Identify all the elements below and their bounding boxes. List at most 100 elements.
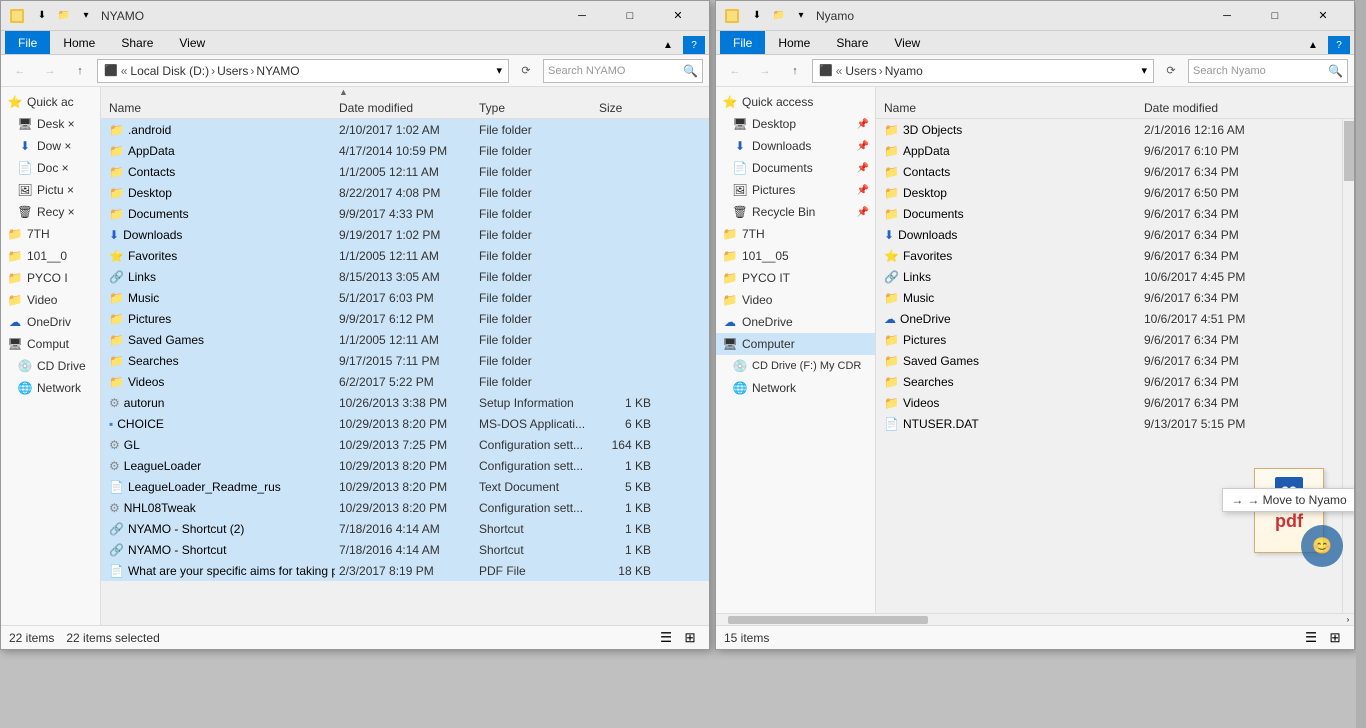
right-row-documents[interactable]: 📁Documents 9/6/2017 6:34 PM <box>876 203 1354 224</box>
left-col-type[interactable]: Type <box>475 101 595 115</box>
right-close-btn[interactable]: ✕ <box>1300 1 1346 31</box>
left-row-desktop[interactable]: 📁Desktop 8/22/2017 4:08 PM File folder <box>101 182 709 203</box>
left-col-name[interactable]: Name <box>105 101 335 115</box>
right-tab-file[interactable]: File <box>720 31 765 54</box>
left-row-favorites[interactable]: ⭐Favorites 1/1/2005 12:11 AM File folder <box>101 245 709 266</box>
right-help-btn[interactable]: ? <box>1328 36 1350 54</box>
left-nav-101[interactable]: 📁 101__0 <box>1 245 100 267</box>
left-tab-file[interactable]: File <box>5 31 50 54</box>
left-ribbon-collapse[interactable]: ▲ <box>657 36 679 54</box>
left-row-documents[interactable]: 📁Documents 9/9/2017 4:33 PM File folder <box>101 203 709 224</box>
left-row-searches[interactable]: 📁Searches 9/17/2015 7:11 PM File folder <box>101 350 709 371</box>
right-nav-101[interactable]: 📁 101__05 <box>716 245 875 267</box>
left-search-field[interactable]: Search NYAMO 🔍 <box>543 59 703 83</box>
left-col-size[interactable]: Size <box>595 101 655 115</box>
right-hscrollbar-thumb[interactable] <box>728 616 928 624</box>
right-nav-video[interactable]: 📁 Video <box>716 289 875 311</box>
right-scrollbar-thumb[interactable] <box>1344 121 1354 181</box>
right-back-btn[interactable]: ← <box>722 59 748 83</box>
left-minimize-btn[interactable]: ─ <box>559 1 605 31</box>
left-tab-home[interactable]: Home <box>50 31 108 54</box>
right-nav-desktop[interactable]: 🖥 Desktop 📌 <box>716 113 875 135</box>
left-address-dropdown[interactable]: ▾ <box>496 64 502 77</box>
right-nav-pictures[interactable]: 🖼 Pictures 📌 <box>716 179 875 201</box>
right-col-name[interactable]: Name <box>880 101 1140 115</box>
right-nav-downloads[interactable]: ⬇ Downloads 📌 <box>716 135 875 157</box>
left-row-nyamo-shortcut2[interactable]: 🔗NYAMO - Shortcut (2) 7/18/2016 4:14 AM … <box>101 518 709 539</box>
left-col-date[interactable]: Date modified <box>335 101 475 115</box>
left-row-music[interactable]: 📁Music 5/1/2017 6:03 PM File folder <box>101 287 709 308</box>
qat-newdir-btn[interactable]: 📁 <box>53 7 75 25</box>
right-up-btn[interactable]: ↑ <box>782 59 808 83</box>
left-nav-onedrive[interactable]: ☁ OneDriv <box>1 311 100 333</box>
right-search-field[interactable]: Search Nyamo 🔍 <box>1188 59 1348 83</box>
right-nav-cd[interactable]: 💿 CD Drive (F:) My CDR <box>716 355 875 377</box>
right-row-favorites[interactable]: ⭐Favorites 9/6/2017 6:34 PM <box>876 245 1354 266</box>
right-row-videos[interactable]: 📁Videos 9/6/2017 6:34 PM <box>876 392 1354 413</box>
right-row-searches[interactable]: 📁Searches 9/6/2017 6:34 PM <box>876 371 1354 392</box>
left-nav-pictures[interactable]: 🖼 Pictu × <box>1 179 100 201</box>
right-hscrollbar[interactable]: › <box>716 613 1354 625</box>
right-row-downloads[interactable]: ⬇Downloads 9/6/2017 6:34 PM <box>876 224 1354 245</box>
right-nav-pyco[interactable]: 📁 PYCO IT <box>716 267 875 289</box>
left-up-btn[interactable]: ↑ <box>67 59 93 83</box>
left-forward-btn[interactable]: → <box>37 59 63 83</box>
left-tab-share[interactable]: Share <box>108 31 166 54</box>
left-row-videos[interactable]: 📁Videos 6/2/2017 5:22 PM File folder <box>101 371 709 392</box>
left-row-nhl08tweak[interactable]: ⚙NHL08Tweak 10/29/2013 8:20 PM Configura… <box>101 497 709 518</box>
left-row-leagueloader-readme[interactable]: 📄LeagueLoader_Readme_rus 10/29/2013 8:20… <box>101 476 709 497</box>
right-row-onedrive[interactable]: ☁OneDrive 10/6/2017 4:51 PM <box>876 308 1354 329</box>
left-nav-pyco[interactable]: 📁 PYCO I <box>1 267 100 289</box>
right-hscroll-right[interactable]: › <box>1342 614 1354 626</box>
left-row-gl[interactable]: ⚙GL 10/29/2013 7:25 PM Configuration set… <box>101 434 709 455</box>
right-refresh-btn[interactable]: ⟳ <box>1158 59 1184 83</box>
right-tab-home[interactable]: Home <box>765 31 823 54</box>
left-row-autorun[interactable]: ⚙autorun 10/26/2013 3:38 PM Setup Inform… <box>101 392 709 413</box>
right-nav-quick-access[interactable]: ⭐ Quick access <box>716 91 875 113</box>
right-nav-network[interactable]: 🌐 Network <box>716 377 875 399</box>
right-qat-btn1[interactable]: ⬇ <box>746 7 768 25</box>
left-nav-documents[interactable]: 📄 Doc × <box>1 157 100 179</box>
qat-properties-btn[interactable]: ⬇ <box>31 7 53 25</box>
qat-dropdown-btn[interactable]: ▾ <box>75 7 97 25</box>
left-row-nyamo-shortcut[interactable]: 🔗NYAMO - Shortcut 7/18/2016 4:14 AM Shor… <box>101 539 709 560</box>
right-qat-btn2[interactable]: 📁 <box>768 7 790 25</box>
left-refresh-btn[interactable]: ⟳ <box>513 59 539 83</box>
right-nav-onedrive[interactable]: ☁ OneDrive <box>716 311 875 333</box>
left-nav-network[interactable]: 🌐 Network <box>1 377 100 399</box>
left-row-downloads[interactable]: ⬇Downloads 9/19/2017 1:02 PM File folder <box>101 224 709 245</box>
left-nav-recycle[interactable]: 🗑 Recy × <box>1 201 100 223</box>
left-address-field[interactable]: ⬛ « Local Disk (D:) › Users › NYAMO ▾ <box>97 59 509 83</box>
left-help-btn[interactable]: ? <box>683 36 705 54</box>
right-large-icons-view-btn[interactable]: ⊞ <box>1324 628 1346 648</box>
right-maximize-btn[interactable]: □ <box>1252 1 1298 31</box>
left-row-pdf[interactable]: 📄What are your specific aims for taking … <box>101 560 709 581</box>
right-row-appdata[interactable]: 📁AppData 9/6/2017 6:10 PM <box>876 140 1354 161</box>
left-row-choice[interactable]: ▪CHOICE 10/29/2013 8:20 PM MS-DOS Applic… <box>101 413 709 434</box>
left-nav-cd[interactable]: 💿 CD Drive <box>1 355 100 377</box>
left-close-btn[interactable]: ✕ <box>655 1 701 31</box>
left-row-android[interactable]: 📁.android 2/10/2017 1:02 AM File folder <box>101 119 709 140</box>
left-tab-view[interactable]: View <box>166 31 218 54</box>
right-col-date[interactable]: Date modified <box>1140 101 1320 115</box>
right-nav-recycle[interactable]: 🗑 Recycle Bin 📌 <box>716 201 875 223</box>
left-row-leagueloader[interactable]: ⚙LeagueLoader 10/29/2013 8:20 PM Configu… <box>101 455 709 476</box>
right-nav-7th[interactable]: 📁 7TH <box>716 223 875 245</box>
right-tab-view[interactable]: View <box>881 31 933 54</box>
left-nav-quick-access[interactable]: ⭐ Quick ac <box>1 91 100 113</box>
right-row-desktop[interactable]: 📁Desktop 9/6/2017 6:50 PM <box>876 182 1354 203</box>
right-nav-computer[interactable]: 🖥 Computer <box>716 333 875 355</box>
right-row-links[interactable]: 🔗Links 10/6/2017 4:45 PM <box>876 266 1354 287</box>
left-row-pictures[interactable]: 📁Pictures 9/9/2017 6:12 PM File folder <box>101 308 709 329</box>
right-row-saved-games[interactable]: 📁Saved Games 9/6/2017 6:34 PM <box>876 350 1354 371</box>
left-back-btn[interactable]: ← <box>7 59 33 83</box>
left-details-view-btn[interactable]: ☰ <box>655 628 677 648</box>
right-forward-btn[interactable]: → <box>752 59 778 83</box>
left-nav-computer[interactable]: 🖥 Comput <box>1 333 100 355</box>
right-row-ntuser[interactable]: 📄NTUSER.DAT 9/13/2017 5:15 PM <box>876 413 1354 434</box>
right-nav-documents[interactable]: 📄 Documents 📌 <box>716 157 875 179</box>
right-row-music[interactable]: 📁Music 9/6/2017 6:34 PM <box>876 287 1354 308</box>
left-nav-7th[interactable]: 📁 7TH <box>1 223 100 245</box>
right-details-view-btn[interactable]: ☰ <box>1300 628 1322 648</box>
right-row-contacts[interactable]: 📁Contacts 9/6/2017 6:34 PM <box>876 161 1354 182</box>
